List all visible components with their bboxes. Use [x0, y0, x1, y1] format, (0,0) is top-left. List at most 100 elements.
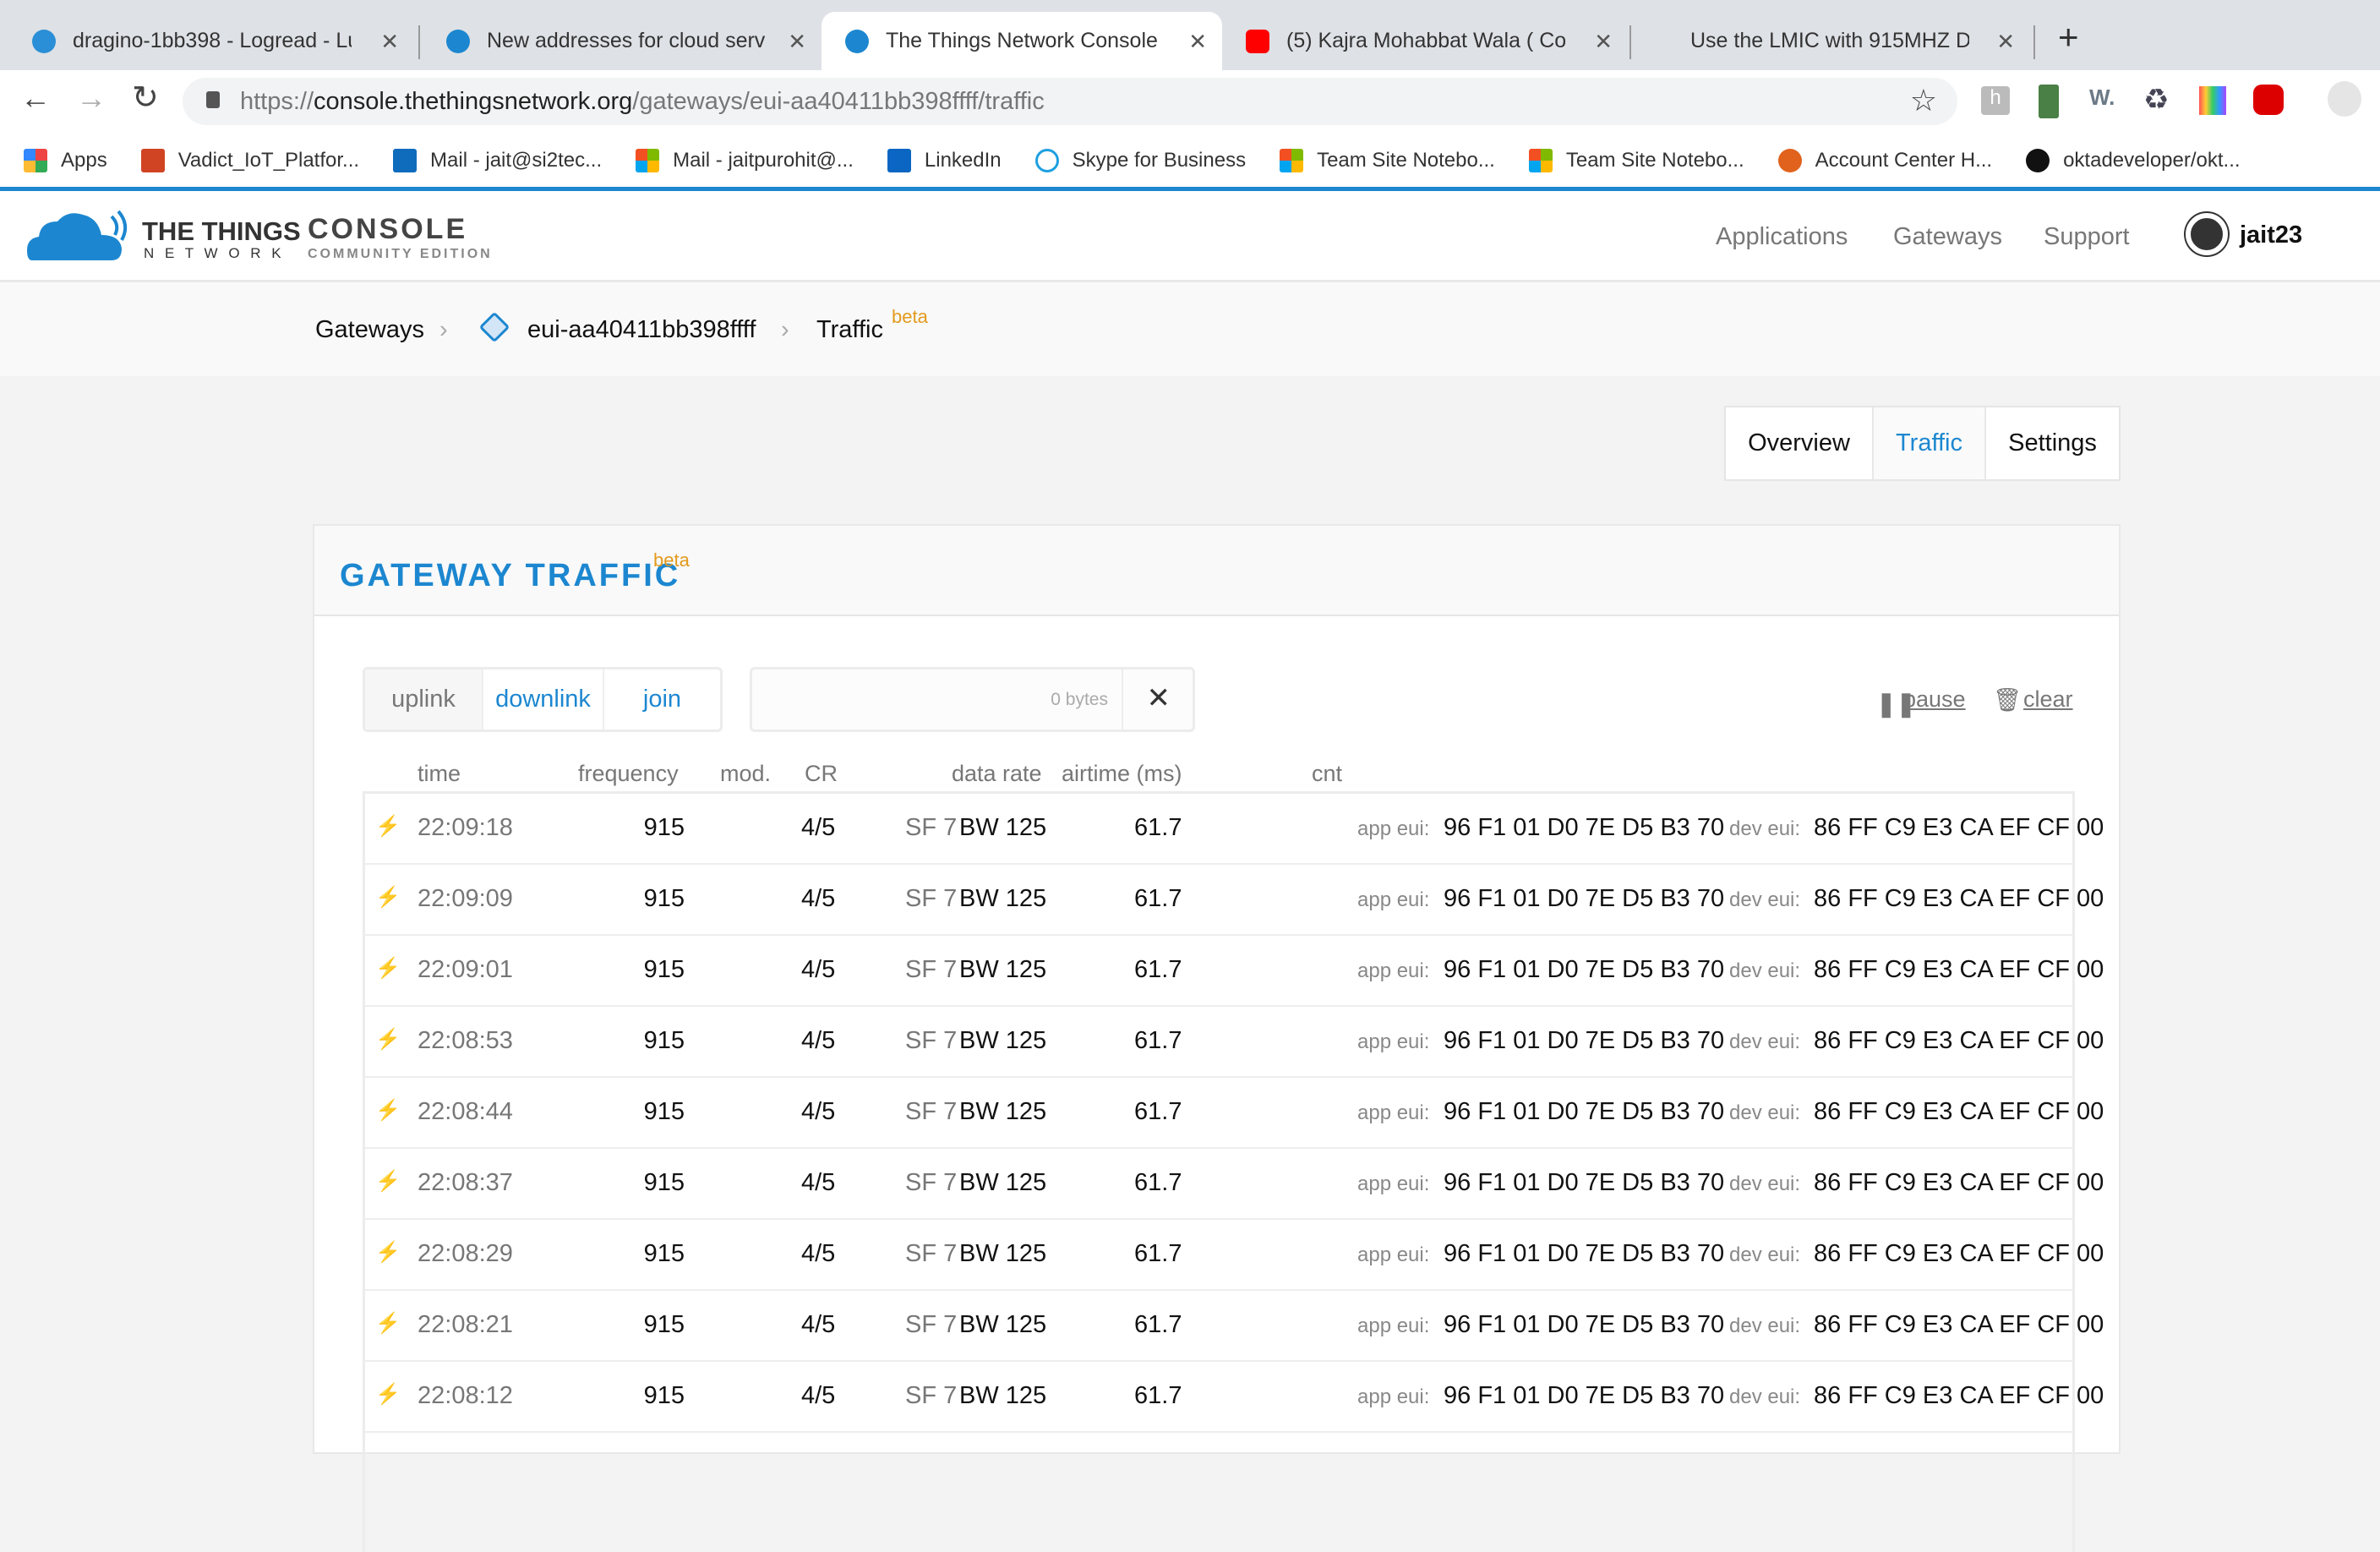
row-dev-eui: 86 FF C9 E3 CA EF CF 00	[1814, 956, 2104, 983]
user-menu[interactable]: jait23	[2240, 221, 2302, 249]
new-tab-icon[interactable]: +	[2058, 17, 2079, 57]
col-time: time	[418, 761, 461, 786]
bookmark-item[interactable]: Vadict_IoT_Platfor...	[140, 148, 359, 172]
trash-icon[interactable]: 🗑	[1993, 686, 2022, 713]
tab-traffic[interactable]: Traffic	[1873, 407, 1987, 479]
url-text[interactable]: https://console.thethingsnetwork.org/gat…	[240, 85, 1045, 118]
tab-settings[interactable]: Settings	[1986, 407, 2119, 479]
filter-join[interactable]: join	[604, 669, 720, 730]
forward-icon[interactable]: →	[76, 80, 106, 116]
filter-downlink[interactable]: downlink	[483, 669, 604, 730]
row-sf: SF 7	[905, 1027, 958, 1054]
clear-search-icon[interactable]: ✕	[1147, 681, 1171, 715]
bookmark-label: LinkedIn	[924, 148, 1002, 172]
app-eui-label: app eui:	[1357, 1030, 1430, 1053]
traffic-row[interactable]: ⚡ 22:08:37 915 4/5 SF 7 BW 125 61.7 app eui: 96 …	[365, 1149, 2104, 1220]
browser-tab[interactable]: dragino-1bb398 - Logread - Lu ✕	[8, 12, 414, 70]
tab-title: Use the LMIC with 915MHZ Dra	[1690, 29, 1969, 52]
payload-filter-input[interactable]: 0 bytes ✕	[750, 667, 1195, 732]
traffic-row[interactable]: ⚡ 22:08:21 915 4/5 SF 7 BW 125 61.7 app eui: 96 …	[365, 1291, 2104, 1362]
row-airtime: 61.7	[1134, 1311, 1182, 1338]
nav-support[interactable]: Support	[2044, 223, 2130, 251]
logo-console: CONSOLE	[308, 213, 468, 245]
row-bw: BW 125	[959, 1027, 1047, 1054]
bolt-icon: ⚡	[375, 1383, 401, 1406]
extension-w-icon[interactable]: W.	[2089, 85, 2115, 111]
traffic-row[interactable]: ⚡ 22:09:01 915 4/5 SF 7 BW 125 61.7 app eui: 96 …	[365, 936, 2104, 1007]
bookmark-label: Mail - jaitpurohit@...	[673, 148, 854, 172]
row-time: 22:08:29	[418, 1240, 513, 1267]
tab-divider	[2033, 25, 2035, 59]
row-airtime: 61.7	[1134, 1382, 1182, 1409]
row-frequency: 915	[643, 1027, 685, 1054]
tab-divider	[418, 25, 420, 59]
row-app-eui: 96 F1 01 D0 7E D5 B3 70	[1444, 956, 1725, 983]
divider	[1122, 669, 1123, 730]
bookmarks-bar: Apps Vadict_IoT_Platfor... Mail - jait@s…	[0, 134, 2380, 187]
row-sf: SF 7	[905, 814, 958, 841]
microsoft-icon	[1280, 148, 1304, 172]
app-eui-label: app eui:	[1357, 1101, 1430, 1124]
browser-tab-active[interactable]: The Things Network Console ✕	[822, 12, 1222, 70]
bolt-icon: ⚡	[375, 1099, 401, 1122]
row-bw: BW 125	[959, 814, 1047, 841]
row-bw: BW 125	[959, 1240, 1047, 1267]
breadcrumb-gateway-id[interactable]: eui-aa40411bb398ffff	[527, 316, 756, 344]
extension-h-icon[interactable]: h	[1981, 86, 2010, 115]
traffic-row[interactable]: ⚡ 22:08:53 915 4/5 SF 7 BW 125 61.7 app eui: 96 …	[365, 1007, 2104, 1078]
adblock-icon[interactable]	[2253, 85, 2284, 115]
nav-applications[interactable]: Applications	[1716, 223, 1848, 251]
row-sf: SF 7	[905, 1240, 958, 1267]
profile-avatar-icon[interactable]	[2328, 81, 2361, 117]
row-dev-eui: 86 FF C9 E3 CA EF CF 00	[1814, 1311, 2104, 1338]
bookmark-label: Apps	[61, 148, 107, 172]
bookmark-star-icon[interactable]: ☆	[1910, 83, 1937, 118]
bookmark-item[interactable]: Team Site Notebo...	[1280, 148, 1495, 172]
bookmark-item[interactable]: Mail - jait@si2tec...	[393, 148, 603, 172]
breadcrumb-gateways[interactable]: Gateways	[315, 316, 424, 344]
row-app-eui: 96 F1 01 D0 7E D5 B3 70	[1444, 1311, 1725, 1338]
close-tab-icon[interactable]: ✕	[788, 29, 806, 55]
traffic-row[interactable]: ⚡ 22:08:29 915 4/5 SF 7 BW 125 61.7 app eui: 96 …	[365, 1220, 2104, 1291]
color-extension-icon[interactable]	[2199, 86, 2226, 115]
tab-overview[interactable]: Overview	[1726, 407, 1874, 479]
reload-icon[interactable]: ↻	[132, 79, 159, 117]
traffic-filter-group: uplink downlink join	[363, 667, 723, 732]
app-eui-label: app eui:	[1357, 959, 1430, 982]
browser-tab[interactable]: New addresses for cloud servic ✕	[423, 12, 822, 70]
row-cr: 4/5	[801, 1098, 836, 1125]
traffic-row[interactable]: ⚡ 22:09:09 915 4/5 SF 7 BW 125 61.7 app eui: 96 …	[365, 865, 2104, 936]
bookmark-item[interactable]: Skype for Business	[1034, 148, 1246, 172]
browser-tab[interactable]: Use the LMIC with 915MHZ Dra ✕	[1657, 12, 2030, 70]
bookmark-item[interactable]: Team Site Notebo...	[1528, 148, 1744, 172]
traffic-row[interactable]: ⚡ 22:08:44 915 4/5 SF 7 BW 125 61.7 app eui: 96 …	[365, 1078, 2104, 1149]
row-dev-eui: 86 FF C9 E3 CA EF CF 00	[1814, 1098, 2104, 1125]
bookmark-item[interactable]: LinkedIn	[887, 148, 1002, 172]
bookmark-label: Mail - jait@si2tec...	[430, 148, 603, 172]
bookmark-apps[interactable]: Apps	[24, 148, 107, 172]
row-time: 22:08:44	[418, 1098, 513, 1125]
close-tab-icon[interactable]: ✕	[1594, 29, 1613, 55]
clear-button[interactable]: clear	[2023, 686, 2073, 713]
pause-button[interactable]: pause	[1903, 686, 1966, 713]
browser-tab[interactable]: (5) Kajra Mohabbat Wala ( Cove ✕	[1222, 12, 1628, 70]
traffic-row[interactable]: ⚡ 22:09:18 915 4/5 SF 7 BW 125 61.7 app eui: 96 …	[365, 794, 2104, 865]
user-avatar-icon[interactable]	[2186, 213, 2228, 255]
back-icon[interactable]: ←	[20, 80, 51, 116]
ttn-cloud-logo-icon[interactable]	[27, 210, 130, 262]
tab-title: (5) Kajra Mohabbat Wala ( Cove	[1286, 29, 1565, 52]
eyedropper-extension-icon[interactable]	[2039, 85, 2059, 118]
recycle-extension-icon[interactable]: ♻	[2143, 83, 2169, 117]
microsoft-icon	[1528, 148, 1553, 172]
bookmark-item[interactable]: Mail - jaitpurohit@...	[636, 148, 854, 172]
filter-uplink[interactable]: uplink	[365, 669, 483, 730]
powerpoint-icon	[140, 148, 165, 172]
traffic-row[interactable]: ⚡ 22:08:12 915 4/5 SF 7 BW 125 61.7 app eui: 96 …	[365, 1362, 2104, 1433]
close-tab-icon[interactable]: ✕	[380, 29, 399, 55]
close-tab-icon[interactable]: ✕	[1188, 29, 1207, 55]
bookmark-item[interactable]: Account Center H...	[1777, 148, 1992, 172]
close-tab-icon[interactable]: ✕	[1996, 29, 2015, 55]
nav-gateways[interactable]: Gateways	[1893, 223, 2002, 251]
row-time: 22:08:21	[418, 1311, 513, 1338]
bookmark-item[interactable]: oktadeveloper/okt...	[2026, 148, 2241, 172]
